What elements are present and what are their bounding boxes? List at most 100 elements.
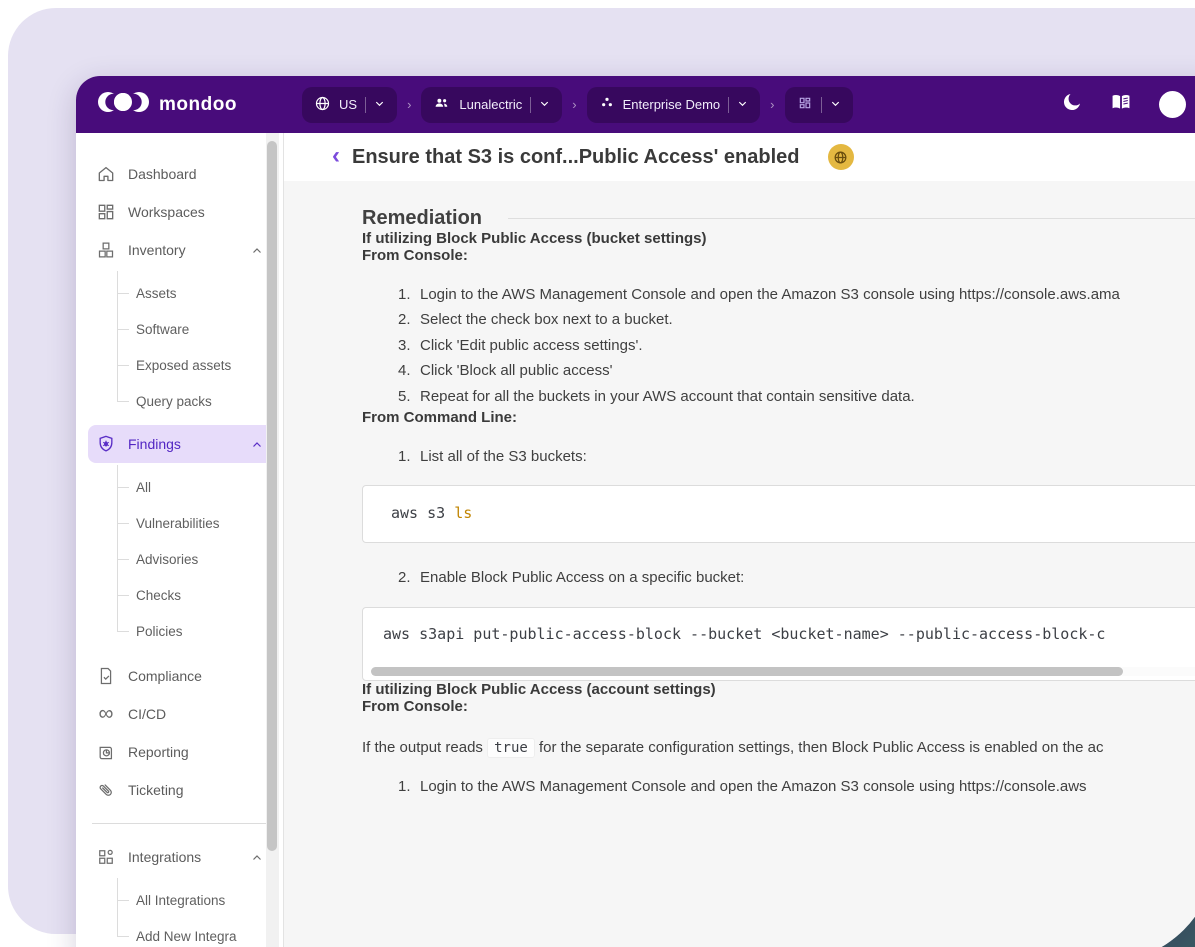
ticketing-paperclip-icon [96, 780, 116, 800]
aws-globe-badge-icon [828, 144, 854, 170]
chevron-down-icon [539, 97, 550, 112]
list-item: Enable Block Public Access on a specific… [362, 565, 1195, 590]
findings-submenu: All Vulnerabilities Advisories Checks Po… [117, 469, 279, 649]
console-steps-list: Login to the AWS Management Console and … [362, 282, 1195, 409]
sidebar-item-assets[interactable]: Assets [117, 275, 279, 311]
section-heading-row: Remediation [362, 207, 1195, 230]
main-content: ‹ Ensure that S3 is conf...Public Access… [284, 133, 1195, 947]
sidebar-item-software[interactable]: Software [117, 311, 279, 347]
integrations-submenu: All Integrations Add New Integra [117, 882, 279, 947]
user-avatar[interactable] [1159, 91, 1186, 118]
sidebar-item-checks[interactable]: Checks [117, 577, 279, 613]
sidebar-item-label: Integrations [128, 849, 251, 865]
sidebar-item-exposed-assets[interactable]: Exposed assets [117, 347, 279, 383]
inventory-cubes-icon [96, 240, 116, 260]
integrations-blocks-icon [96, 847, 116, 867]
account-steps-list: Login to the AWS Management Console and … [362, 774, 1195, 799]
code-token-highlight: ls [454, 504, 472, 522]
list-item: Login to the AWS Management Console and … [362, 282, 1195, 307]
sidebar-item-label: Compliance [128, 668, 271, 684]
list-item: List all of the S3 buckets: [362, 444, 1195, 469]
list-item: Click 'Block all public access' [362, 358, 1195, 383]
findings-shield-bug-icon [96, 434, 116, 454]
cmdline-step-1: List all of the S3 buckets: [362, 444, 1195, 469]
sidebar-item-label: CI/CD [128, 706, 271, 722]
sidebar-scrollbar[interactable] [266, 133, 279, 947]
code-block-put-public-access[interactable]: aws s3api put-public-access-block --buck… [362, 607, 1195, 681]
space-selector[interactable]: Enterprise Demo [587, 87, 761, 123]
globe-icon [314, 95, 331, 115]
sidebar: Dashboard Workspaces [76, 133, 284, 947]
appbar-actions [1061, 76, 1186, 133]
sidebar-item-integrations[interactable]: Integrations [88, 838, 279, 876]
code-horizontal-scrollbar[interactable] [371, 667, 1195, 676]
sidebar-divider [92, 823, 275, 824]
dark-mode-moon-icon[interactable] [1061, 91, 1083, 118]
breadcrumb-separator: › [770, 97, 774, 112]
organization-selector[interactable]: Lunalectric [421, 87, 562, 123]
body-row: Dashboard Workspaces [76, 133, 1195, 947]
sidebar-item-label: Findings [128, 436, 251, 452]
code-block-aws-s3-ls[interactable]: aws s3 ls [362, 485, 1195, 543]
chip-divider [365, 97, 366, 113]
sidebar-item-compliance[interactable]: Compliance [88, 657, 279, 695]
organization-label: Lunalectric [459, 97, 522, 112]
cicd-infinity-icon: ∞ [96, 704, 116, 724]
space-icon [599, 95, 615, 114]
sidebar-item-label: Inventory [128, 242, 251, 258]
back-chevron-icon[interactable]: ‹ [332, 146, 340, 166]
code-text: aws s3api put-public-access-block --buck… [383, 625, 1105, 643]
page-title-bar: ‹ Ensure that S3 is conf...Public Access… [284, 133, 1195, 181]
chip-divider [530, 97, 531, 113]
chevron-down-icon [737, 97, 748, 112]
region-label: US [339, 97, 357, 112]
reporting-chart-doc-icon [96, 742, 116, 762]
workspace-selector[interactable] [785, 87, 853, 123]
sidebar-item-label: Workspaces [128, 204, 271, 220]
mondoo-logo-icon [98, 90, 150, 119]
sidebar-item-query-packs[interactable]: Query packs [117, 383, 279, 419]
sidebar-item-reporting[interactable]: Reporting [88, 733, 279, 771]
list-item: Repeat for all the buckets in your AWS a… [362, 384, 1195, 409]
from-console-heading-2: From Console: [362, 698, 1195, 715]
sidebar-item-add-new-integration[interactable]: Add New Integra [117, 918, 279, 947]
sidebar-item-all-integrations[interactable]: All Integrations [117, 882, 279, 918]
cmdline-step-2: Enable Block Public Access on a specific… [362, 565, 1195, 590]
sidebar-item-inventory[interactable]: Inventory [88, 231, 279, 269]
heading-rule [508, 218, 1195, 219]
page-title: Ensure that S3 is conf...Public Access' … [352, 146, 800, 169]
remediation-page: Remediation If utilizing Block Public Ac… [284, 181, 1195, 799]
paragraph-text: If the output reads [362, 739, 487, 756]
code-scrollbar-thumb[interactable] [371, 667, 1123, 676]
sidebar-item-workspaces[interactable]: Workspaces [88, 193, 279, 231]
region-selector[interactable]: US [302, 87, 397, 123]
organization-icon [433, 94, 451, 115]
chevron-up-icon [251, 438, 263, 450]
sidebar-item-advisories[interactable]: Advisories [117, 541, 279, 577]
workspaces-icon [96, 202, 116, 222]
sidebar-item-dashboard[interactable]: Dashboard [88, 155, 279, 193]
account-settings-heading: If utilizing Block Public Access (accoun… [362, 681, 1195, 698]
chevron-up-icon [251, 244, 263, 256]
docs-book-icon[interactable] [1109, 91, 1133, 118]
sidebar-scrollbar-thumb[interactable] [267, 141, 277, 851]
breadcrumb-separator: › [407, 97, 411, 112]
sidebar-item-ticketing[interactable]: Ticketing [88, 771, 279, 809]
sidebar-item-all[interactable]: All [117, 469, 279, 505]
list-item: Login to the AWS Management Console and … [362, 774, 1195, 799]
home-icon [96, 164, 116, 184]
mondoo-logo[interactable]: mondoo [76, 90, 284, 119]
sidebar-item-label: Dashboard [128, 166, 271, 182]
sidebar-item-cicd[interactable]: ∞ CI/CD [88, 695, 279, 733]
chevron-down-icon [830, 97, 841, 112]
breadcrumb: US › Lunalectric [284, 87, 853, 123]
output-paragraph: If the output reads true for the separat… [362, 739, 1195, 756]
inline-code-true: true [487, 738, 535, 758]
sidebar-item-findings[interactable]: Findings [88, 425, 279, 463]
from-command-line-heading: From Command Line: [362, 409, 1195, 426]
app-bar: mondoo US › [76, 76, 1195, 133]
sidebar-item-policies[interactable]: Policies [117, 613, 279, 649]
chevron-down-icon [374, 97, 385, 112]
sidebar-item-vulnerabilities[interactable]: Vulnerabilities [117, 505, 279, 541]
logo-wordmark: mondoo [159, 94, 237, 116]
